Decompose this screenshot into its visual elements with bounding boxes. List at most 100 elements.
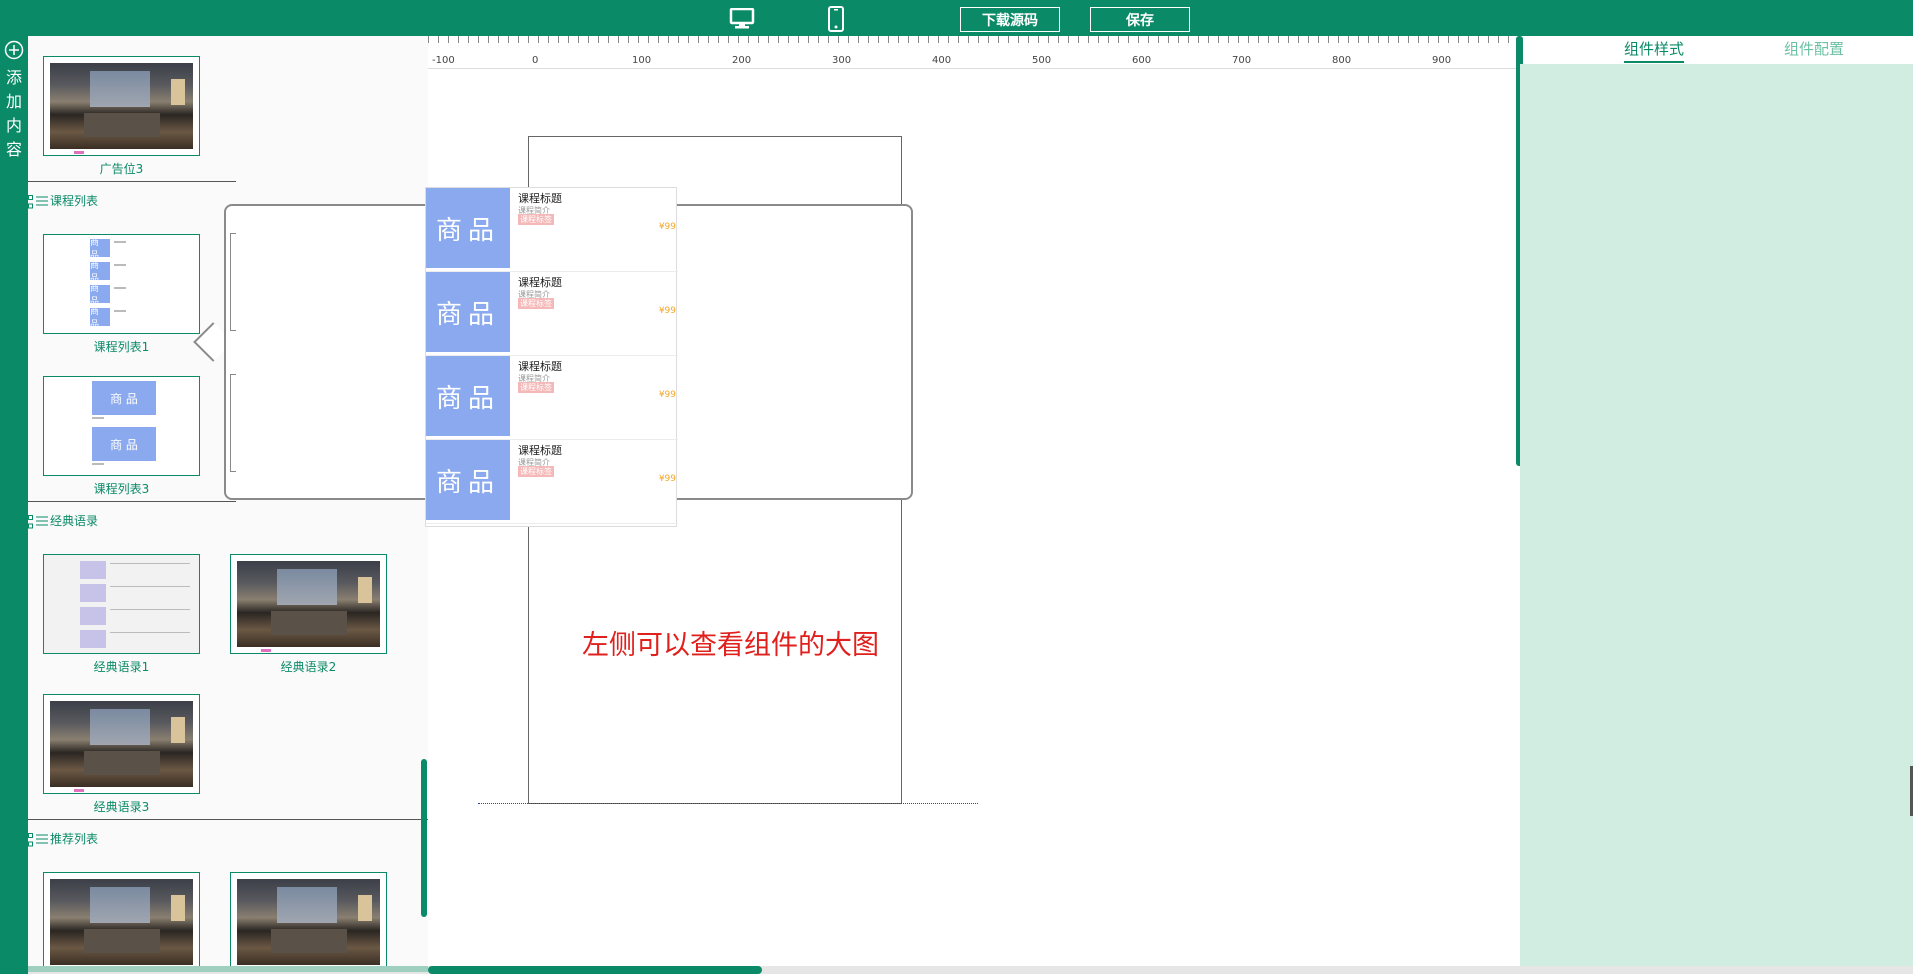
ruler-label: 500 xyxy=(1032,55,1052,66)
goods-image: 商品 xyxy=(426,272,510,352)
course-tag: 课程标签 xyxy=(518,382,554,393)
ruler-tick xyxy=(1448,36,1449,43)
ruler-tick xyxy=(1018,36,1019,43)
ruler-tick xyxy=(728,36,729,43)
ruler-tick xyxy=(1428,36,1429,43)
scrollbar-thumb[interactable] xyxy=(428,966,762,974)
ruler-tick xyxy=(1028,36,1029,43)
course-tag: 课程标签 xyxy=(518,214,554,225)
ruler-tick xyxy=(538,36,539,43)
horizontal-scrollbar[interactable] xyxy=(28,966,1913,974)
ruler-tick xyxy=(608,36,609,43)
course-title: 课程标题 xyxy=(518,444,562,457)
ruler-tick xyxy=(508,36,509,43)
mini-goods-image xyxy=(80,630,106,648)
course-list-1-thumbnail[interactable]: 商 品 商 品 商 品 商 品 xyxy=(43,234,200,334)
ruler-tick xyxy=(898,36,899,43)
ruler-tick xyxy=(548,36,549,43)
ruler-tick xyxy=(658,36,659,43)
mini-text-line xyxy=(114,310,126,312)
category-quotes-label: 经典语录 xyxy=(50,514,99,528)
mini-text-line xyxy=(110,609,190,610)
ruler-tick xyxy=(698,36,699,43)
recommend-1-thumbnail[interactable] xyxy=(43,872,200,966)
ruler-label: 800 xyxy=(1332,55,1352,66)
ruler-tick xyxy=(878,36,879,43)
ruler-tick xyxy=(778,36,779,43)
ruler-tick xyxy=(498,36,499,43)
ruler-tick xyxy=(768,36,769,43)
ruler-tick xyxy=(1458,36,1459,43)
course-list-preview: 商品 课程标题 课程简介 课程标签 ¥99 商品 课程标题 课程简介 课程标签 … xyxy=(425,187,678,527)
ruler-tick xyxy=(1198,36,1199,43)
course-title: 课程标题 xyxy=(518,192,562,205)
category-recommend-label: 推荐列表 xyxy=(50,832,99,846)
ruler-tick xyxy=(1228,36,1229,43)
ruler-tick xyxy=(1398,36,1399,43)
mini-text-line xyxy=(110,563,190,564)
ruler-tick xyxy=(998,36,999,43)
ruler-tick xyxy=(848,36,849,43)
room-image xyxy=(237,879,380,965)
classic-quote-3-thumbnail[interactable] xyxy=(43,694,200,794)
ruler-tick xyxy=(478,36,479,43)
desktop-icon[interactable] xyxy=(728,6,756,32)
download-source-button[interactable]: 下载源码 xyxy=(960,7,1060,32)
classic-quote-2-label: 经典语录2 xyxy=(280,660,337,674)
ruler-tick xyxy=(888,36,889,43)
course-price: ¥99 xyxy=(658,390,676,400)
ruler-tick xyxy=(588,36,589,43)
ruler-tick xyxy=(678,36,679,43)
ruler-tick xyxy=(1388,36,1389,43)
room-image xyxy=(50,63,193,149)
ruler-tick xyxy=(1008,36,1009,43)
ruler-tick xyxy=(1128,36,1129,43)
ruler-tick xyxy=(1418,36,1419,43)
ruler-tick xyxy=(1408,36,1409,43)
classic-quote-2-thumbnail[interactable] xyxy=(230,554,387,654)
goods-image: 商品 xyxy=(426,440,510,520)
guide-line xyxy=(478,803,978,804)
ruler-tick xyxy=(1318,36,1319,43)
ruler-tick xyxy=(738,36,739,43)
ruler-tick xyxy=(1368,36,1369,43)
ruler-label: 0 xyxy=(532,55,539,66)
classic-quote-1-thumbnail[interactable] xyxy=(43,554,200,654)
goods-image: 商品 xyxy=(426,356,510,436)
recommend-2-thumbnail[interactable] xyxy=(230,872,387,966)
course-price: ¥99 xyxy=(658,474,676,484)
save-button[interactable]: 保存 xyxy=(1090,7,1190,32)
ruler-tick xyxy=(918,36,919,43)
ruler-tick xyxy=(928,36,929,43)
ruler-tick xyxy=(1098,36,1099,43)
course-list-3-thumbnail[interactable]: 商 品 商 品 xyxy=(43,376,200,476)
classic-quote-1-label: 经典语录1 xyxy=(93,660,150,674)
ruler-tick xyxy=(1378,36,1379,43)
room-image xyxy=(50,879,193,965)
panel-scrollbar[interactable] xyxy=(421,759,427,917)
indicator-dot xyxy=(74,151,84,154)
plus-circle-icon[interactable] xyxy=(4,40,24,60)
add-content-strip[interactable]: 添 加 内 容 xyxy=(0,36,28,974)
tab-component-config[interactable]: 组件配置 xyxy=(1784,38,1844,59)
ruler-tick xyxy=(568,36,569,43)
ruler-tick xyxy=(1328,36,1329,43)
ruler-tick xyxy=(1488,36,1489,43)
ruler-tick xyxy=(638,36,639,43)
ruler-tick xyxy=(868,36,869,43)
ruler-tick xyxy=(1238,36,1239,43)
course-item: 商品 课程标题 课程简介 课程标签 ¥99 xyxy=(426,440,678,524)
tab-component-style[interactable]: 组件样式 xyxy=(1624,38,1685,63)
ad-position-3-thumbnail[interactable] xyxy=(43,56,200,156)
ruler-tick xyxy=(1108,36,1109,43)
divider xyxy=(28,181,236,182)
mini-text-line xyxy=(114,287,126,289)
mobile-icon[interactable] xyxy=(822,6,850,32)
category-course-label: 课程列表 xyxy=(50,194,99,208)
goods-image: 商品 xyxy=(426,188,510,268)
ruler-tick xyxy=(1478,36,1479,43)
ruler-tick xyxy=(578,36,579,43)
ruler-tick xyxy=(1258,36,1259,43)
ruler-tick xyxy=(748,36,749,43)
ruler-tick xyxy=(488,36,489,43)
